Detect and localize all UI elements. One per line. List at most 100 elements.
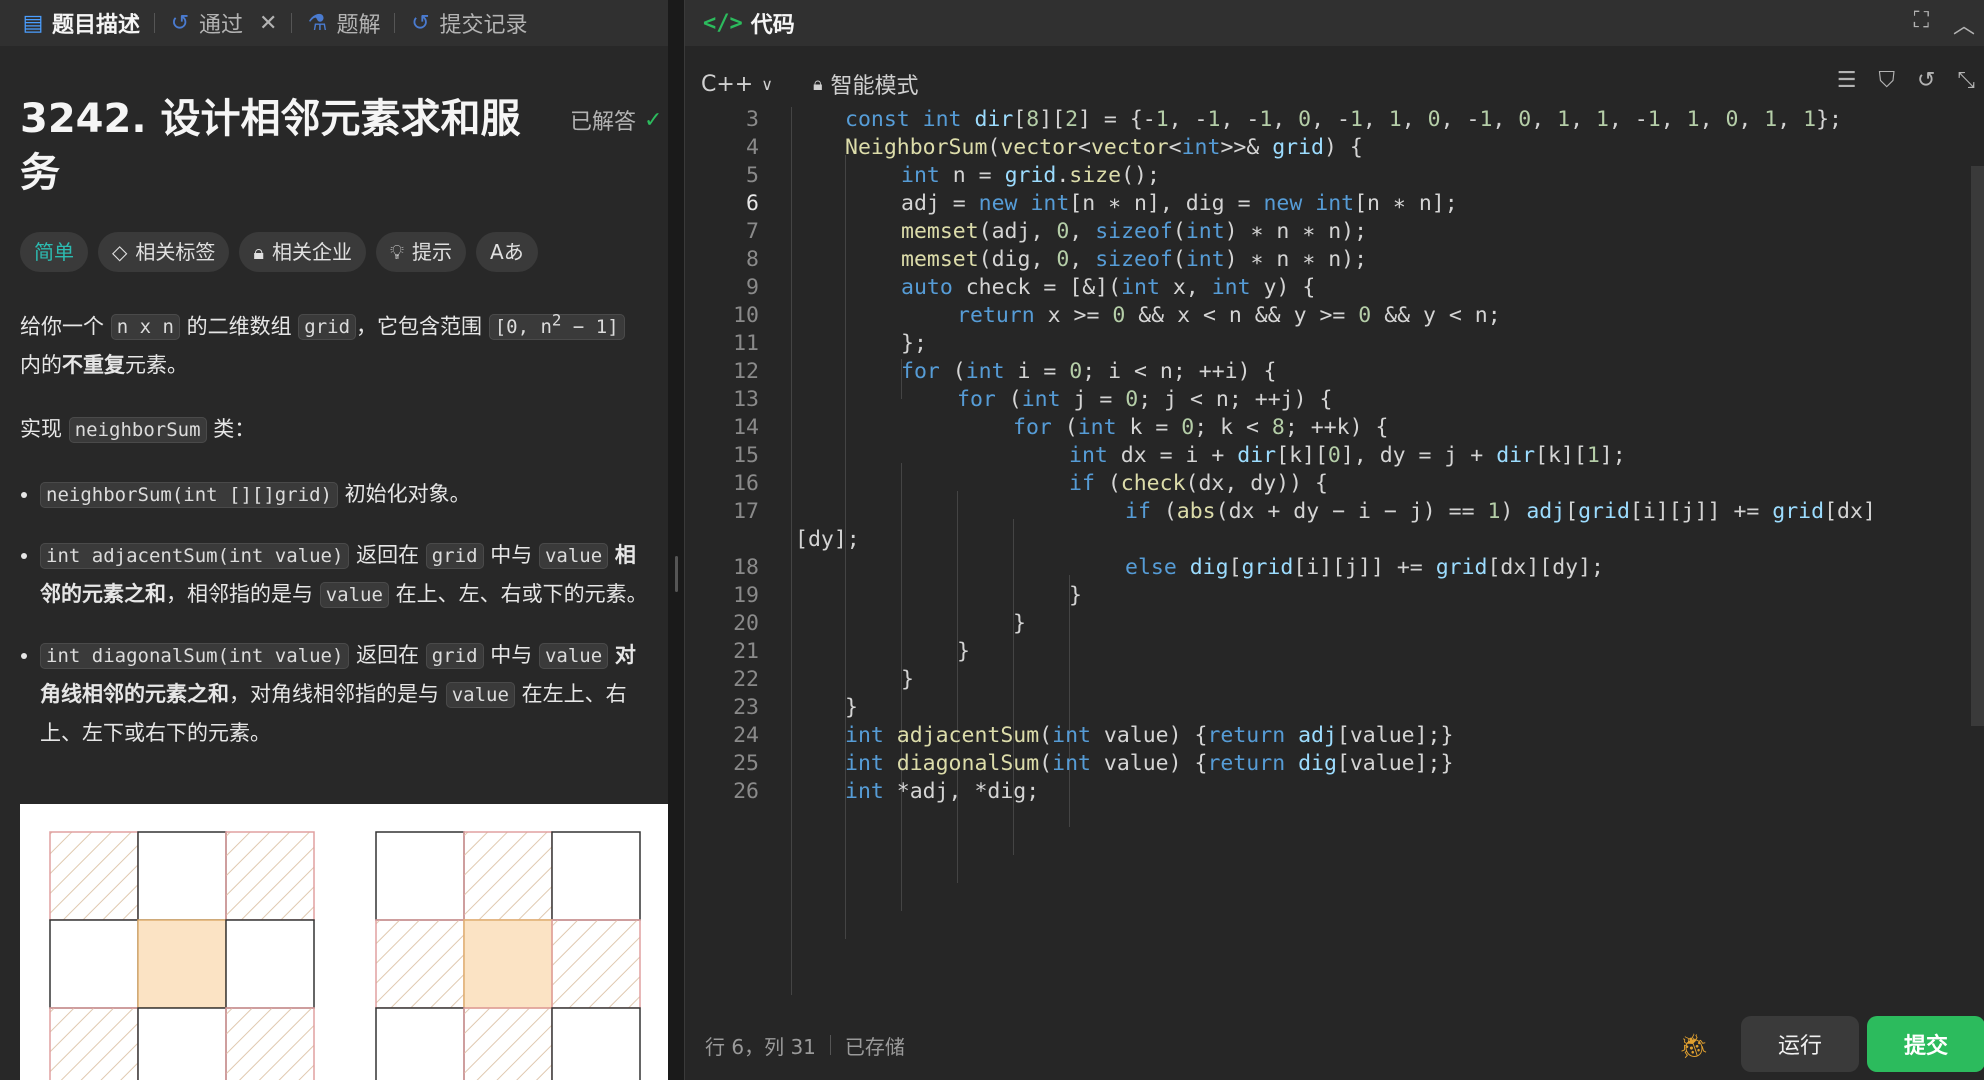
translate-icon: Aあ [490, 240, 524, 264]
hint-label: 提示 [412, 240, 453, 264]
code-token: 0 [1069, 359, 1083, 384]
line-number: 26 [733, 779, 759, 804]
mode-label: 智能模式 [830, 74, 919, 99]
font-size-button[interactable]: Aあ [476, 232, 538, 272]
minimize-icon[interactable]: ⤡ [1957, 68, 1975, 93]
code-token: [dy]; [795, 527, 860, 552]
reset-icon[interactable]: ↺ [1917, 68, 1935, 93]
format-icon[interactable]: ☰ [1837, 68, 1857, 93]
code-line[interactable]: } [845, 695, 858, 720]
code-token: y) { [1263, 275, 1316, 300]
difficulty-label: 简单 [34, 240, 74, 264]
code-line[interactable]: return x >= 0 && x < n && y >= 0 && y < … [957, 303, 1501, 328]
tab-submissions[interactable]: ↺ 提交记录 [401, 7, 535, 39]
hint-button[interactable]: 💡︎ 提示 [376, 232, 467, 272]
code-line[interactable]: for (int j = 0; j < n; ++j) { [957, 387, 1332, 412]
tab-solutions[interactable]: ⚗ 题解 [298, 7, 388, 39]
lock-icon: 🔒︎ [812, 73, 823, 95]
panel-splitter[interactable] [668, 0, 684, 1080]
code-token: check = [&]( [965, 275, 1122, 300]
inline-code: grid [298, 314, 357, 341]
difficulty-badge[interactable]: 简单 [20, 232, 88, 272]
code-token: }; [901, 331, 927, 356]
code-line[interactable]: else dig[grid[i][j]] += grid[dx][dy]; [1125, 555, 1604, 580]
code-line[interactable]: NeighborSum(vector<vector<int>>& grid) { [845, 135, 1363, 160]
code-token: grid [1004, 163, 1057, 188]
line-number: 5 [746, 163, 759, 188]
smart-mode-toggle[interactable]: 🔒︎ 智能模式 [813, 68, 919, 100]
tab-description[interactable]: ▤ 题目描述 [14, 7, 148, 39]
line-number: 10 [733, 303, 759, 328]
code-token: adj = [901, 191, 979, 216]
bookmark-icon[interactable]: ⛉ [1878, 68, 1895, 93]
language-select[interactable]: C++ ∨ [701, 72, 773, 97]
code-line[interactable]: int diagonalSum(int value) {return dig[v… [845, 751, 1453, 776]
code-line[interactable]: auto check = [&](int x, int y) { [901, 275, 1315, 300]
code-line[interactable]: } [1069, 583, 1082, 608]
code-token: ]; [1599, 443, 1626, 468]
line-number-current: 6 [746, 191, 759, 216]
related-companies-button[interactable]: 🔒︎ 相关企业 [239, 232, 367, 272]
code-line[interactable]: }; [901, 331, 927, 356]
code-line[interactable]: } [901, 667, 914, 692]
code-line[interactable]: int n = grid.size(); [901, 163, 1160, 188]
tab-submissions-label: 提交记录 [439, 13, 528, 38]
code-line[interactable]: int adjacentSum(int value) {return adj[v… [845, 723, 1453, 748]
submit-button[interactable]: 提交 [1867, 1016, 1984, 1072]
code-line[interactable]: const int dir[8][2] = {-1, -1, -1, 0, -1… [845, 107, 1842, 132]
left-tab-bar: ▤ 题目描述 ↺ 通过 ✕ ⚗ 题解 ↺ 提交记录 [0, 0, 668, 46]
check-circle-icon: ✓ [644, 107, 663, 133]
code-token: adj [1526, 499, 1566, 524]
code-token: ( [1039, 751, 1053, 776]
grid-cell [137, 1007, 227, 1080]
bold-text: 不重复 [62, 353, 125, 378]
code-line[interactable]: for (int k = 0; k < 8; ++k) { [1013, 415, 1388, 440]
debug-icon[interactable]: 🐞︎ [1679, 1032, 1709, 1060]
inline-code: neighborSum(int [][]grid) [40, 482, 338, 509]
code-line[interactable]: if (abs(dx + dy − i − j) == 1) adj[grid[… [1125, 499, 1876, 524]
code-token: [i][j]] += [1629, 499, 1773, 524]
code-token: auto [901, 275, 966, 300]
desc-text: 类： [213, 417, 256, 442]
code-token: (dx + dy − i − j) == [1215, 499, 1488, 524]
description-paragraph: 给你一个 n x n 的二维数组 grid ，它包含范围 [0, n2 − 1] … [20, 302, 650, 384]
drag-handle[interactable] [675, 556, 678, 592]
history-icon: ↺ [411, 10, 430, 36]
desc-text: 元素。 [125, 353, 188, 378]
code-line[interactable]: } [1013, 611, 1026, 636]
close-icon[interactable]: ✕ [259, 11, 277, 36]
code-line[interactable]: memset(adj, 0, sizeof(int) ∗ n ∗ n); [901, 219, 1367, 244]
tab-accepted[interactable]: ↺ 通过 ✕ [161, 7, 285, 39]
collapse-icon[interactable]: ︿ [1953, 8, 1975, 40]
line-number: 14 [733, 415, 759, 440]
code-token: 8 [1026, 107, 1040, 132]
line-number: 3 [746, 107, 759, 132]
related-tags-button[interactable]: ◇ 相关标签 [98, 232, 230, 272]
editor-scrollbar[interactable] [1971, 166, 1984, 726]
inline-code: int adjacentSum(int value) [40, 543, 350, 570]
language-label: C++ [701, 71, 754, 97]
code-token: ( [1107, 471, 1121, 496]
code-line[interactable]: for (int i = 0; i < n; ++i) { [901, 359, 1276, 384]
code-token: x >= [1047, 303, 1113, 328]
lock-icon: 🔒︎ [253, 240, 265, 264]
code-token: < [1168, 135, 1182, 160]
code-line[interactable]: if (check(dx, dy)) { [1069, 471, 1328, 496]
grid-cell-center [137, 919, 227, 1009]
code-panel-title: 代码 [750, 13, 795, 38]
code-line[interactable]: int dx = i + dir[k][0], dy = j + dir[k][… [1069, 443, 1626, 468]
code-token: if [1125, 499, 1164, 524]
desc-text: 在上、左、右或下的元素。 [395, 582, 648, 607]
code-token: [ [1228, 555, 1242, 580]
code-editor[interactable]: 3 4 5 6 7 8 9 10 11 12 13 14 15 16 17 18… [685, 107, 1971, 995]
code-line[interactable]: } [957, 639, 970, 664]
code-line[interactable]: int *adj, *dig; [845, 779, 1039, 804]
run-button[interactable]: 运行 [1741, 1016, 1859, 1072]
maximize-icon[interactable]: ⛶ [1914, 8, 1929, 40]
code-token: 0 [1518, 107, 1532, 132]
code-panel: </> 代码 ⛶ ︿ C++ ∨ 🔒︎ 智能模式 ☰ ⛉ ↺ ⤡ 3 4 5 6… [684, 0, 1984, 1080]
code-token: 2 [1065, 107, 1079, 132]
code-line[interactable]: memset(dig, 0, sizeof(int) ∗ n ∗ n); [901, 247, 1367, 272]
code-line[interactable]: [dy]; [795, 527, 860, 552]
code-line[interactable]: adj = new int[n ∗ n], dig = new int[n ∗ … [901, 191, 1458, 216]
